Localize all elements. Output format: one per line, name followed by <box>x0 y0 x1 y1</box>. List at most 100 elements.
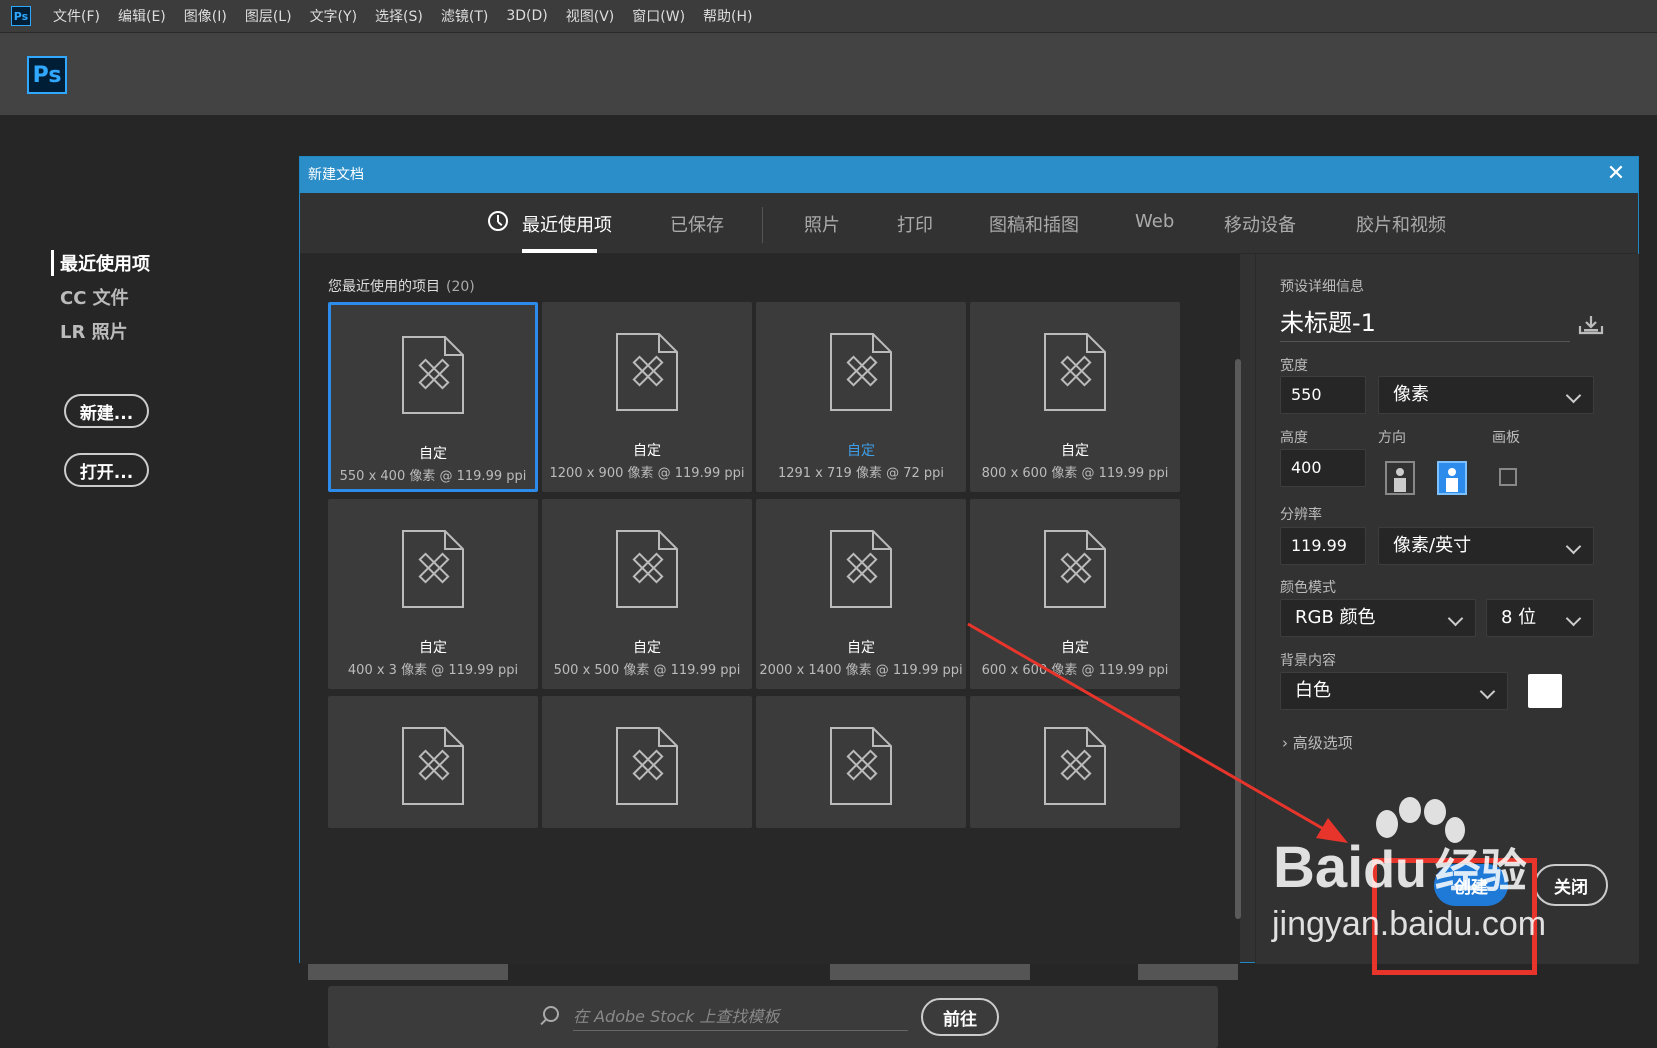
stock-search-input[interactable]: 在 Adobe Stock 上查找模板 <box>573 1004 908 1031</box>
preset-card-name: 自定 <box>419 640 447 656</box>
home-open-button[interactable]: 打开... <box>64 453 149 487</box>
preset-card-meta: 1200 x 900 像素 @ 119.99 ppi <box>549 466 745 481</box>
preset-card-name: 自定 <box>419 446 447 462</box>
preset-card[interactable] <box>970 696 1180 828</box>
document-preset-icon <box>1043 726 1107 806</box>
preset-card[interactable]: 自定 550 x 400 像素 @ 119.99 ppi <box>328 302 538 492</box>
height-input[interactable]: 400 <box>1280 449 1366 487</box>
recent-heading-text: 您最近使用的项目 <box>328 279 440 295</box>
preset-card-name: 自定 <box>1061 443 1089 459</box>
resolution-label: 分辨率 <box>1280 507 1322 523</box>
orientation-label: 方向 <box>1378 430 1406 446</box>
tab-art-illustration[interactable]: 图稿和插图 <box>989 211 1079 237</box>
close-icon[interactable]: ✕ <box>1604 163 1628 187</box>
recent-thumbnail[interactable] <box>308 962 508 980</box>
portrait-orientation-button[interactable] <box>1385 461 1415 495</box>
color-mode-label: 颜色模式 <box>1280 580 1336 596</box>
chevron-down-icon <box>1479 683 1496 700</box>
tab-film-video[interactable]: 胶片和视频 <box>1356 211 1446 237</box>
baidu-watermark-brand-2: du <box>1363 841 1427 899</box>
preset-card[interactable]: 自定 1291 x 719 像素 @ 72 ppi <box>756 302 966 492</box>
chevron-down-icon <box>1565 538 1582 555</box>
menu-edit[interactable]: 编辑(E) <box>118 6 166 26</box>
menu-filter[interactable]: 滤镜(T) <box>441 6 488 26</box>
tab-web[interactable]: Web <box>1135 211 1174 232</box>
preset-card[interactable]: 自定 1200 x 900 像素 @ 119.99 ppi <box>542 302 752 492</box>
preset-card-name: 自定 <box>847 443 875 459</box>
background-label: 背景内容 <box>1280 653 1336 669</box>
width-input[interactable]: 550 <box>1280 376 1366 414</box>
details-heading: 预设详细信息 <box>1280 279 1364 295</box>
menu-type[interactable]: 文字(Y) <box>310 6 357 26</box>
active-tab-indicator <box>522 249 597 253</box>
clock-icon <box>488 211 508 231</box>
document-preset-icon <box>1043 529 1107 609</box>
color-mode-select[interactable]: RGB 颜色 <box>1280 599 1476 637</box>
preset-card[interactable] <box>328 696 538 828</box>
tab-photo[interactable]: 照片 <box>804 211 840 237</box>
tab-print[interactable]: 打印 <box>897 211 933 237</box>
home-new-button[interactable]: 新建... <box>64 394 149 428</box>
baidu-watermark-url: jingyan.baidu.com <box>1272 905 1547 943</box>
menu-window[interactable]: 窗口(W) <box>632 6 685 26</box>
preset-card-name: 自定 <box>633 640 661 656</box>
home-nav: 最近使用项 CC 文件 LR 照片 <box>51 250 150 352</box>
preset-card[interactable]: 自定 500 x 500 像素 @ 119.99 ppi <box>542 499 752 689</box>
document-name-input[interactable]: 未标题-1 <box>1280 305 1570 342</box>
document-preset-icon <box>829 332 893 412</box>
document-preset-icon <box>615 529 679 609</box>
preset-card[interactable] <box>542 696 752 828</box>
landscape-orientation-button[interactable] <box>1437 461 1467 495</box>
preset-card[interactable]: 自定 400 x 3 像素 @ 119.99 ppi <box>328 499 538 689</box>
advanced-options-toggle[interactable]: › 高级选项 <box>1282 732 1353 753</box>
person-icon <box>1396 468 1404 476</box>
recent-thumbnail[interactable] <box>830 962 1030 980</box>
preset-card-meta: 600 x 600 像素 @ 119.99 ppi <box>981 663 1169 678</box>
menu-file[interactable]: 文件(F) <box>53 6 100 26</box>
bit-depth-select[interactable]: 8 位 <box>1486 599 1594 637</box>
search-icon <box>543 1006 559 1022</box>
person-icon-body <box>1446 478 1458 492</box>
resolution-input[interactable]: 119.99 <box>1280 527 1366 565</box>
menu-select[interactable]: 选择(S) <box>375 6 423 26</box>
preset-card[interactable]: 自定 600 x 600 像素 @ 119.99 ppi <box>970 499 1180 689</box>
baidu-watermark-brand: Bai <box>1273 835 1364 900</box>
tab-recent[interactable]: 最近使用项 <box>522 211 612 237</box>
tab-mobile[interactable]: 移动设备 <box>1224 211 1296 237</box>
document-preset-icon <box>1043 332 1107 412</box>
height-label: 高度 <box>1280 430 1308 446</box>
home-nav-cc-files[interactable]: CC 文件 <box>60 284 150 310</box>
tab-saved[interactable]: 已保存 <box>670 211 724 237</box>
artboard-checkbox[interactable] <box>1499 468 1517 486</box>
ps-logo: Ps <box>27 56 67 94</box>
preset-card-name: 自定 <box>1061 640 1089 656</box>
advanced-options-label: 高级选项 <box>1292 734 1353 752</box>
document-preset-icon <box>829 529 893 609</box>
menu-help[interactable]: 帮助(H) <box>703 6 752 26</box>
preset-card[interactable]: 自定 2000 x 1400 像素 @ 119.99 ppi <box>756 499 966 689</box>
preset-card[interactable]: 自定 800 x 600 像素 @ 119.99 ppi <box>970 302 1180 492</box>
preset-card[interactable] <box>756 696 966 828</box>
home-nav-lr-photos[interactable]: LR 照片 <box>60 318 150 344</box>
menu-layer[interactable]: 图层(L) <box>245 6 292 26</box>
menu-image[interactable]: 图像(I) <box>184 6 227 26</box>
chevron-down-icon <box>1565 610 1582 627</box>
ps-app-icon: Ps <box>11 6 31 26</box>
document-preset-icon <box>401 335 465 415</box>
dialog-title: 新建文档 <box>300 157 1638 193</box>
menu-view[interactable]: 视图(V) <box>566 6 615 26</box>
resolution-unit-select[interactable]: 像素/英寸 <box>1378 527 1594 565</box>
preset-tabs: 最近使用项 已保存 照片 打印 图稿和插图 Web 移动设备 胶片和视频 <box>300 193 1638 254</box>
save-preset-icon[interactable] <box>1578 315 1604 335</box>
background-color-swatch[interactable] <box>1528 674 1562 708</box>
recent-thumbnail[interactable] <box>1138 962 1238 980</box>
width-unit-select[interactable]: 像素 <box>1378 376 1594 414</box>
scrollbar[interactable] <box>1235 359 1241 919</box>
go-button[interactable]: 前往 <box>921 998 999 1036</box>
background-select[interactable]: 白色 <box>1280 672 1508 710</box>
home-nav-recent[interactable]: 最近使用项 <box>51 250 150 276</box>
document-preset-icon <box>401 529 465 609</box>
close-button[interactable]: 关闭 <box>1534 864 1608 906</box>
preset-card-meta: 400 x 3 像素 @ 119.99 ppi <box>347 663 519 678</box>
menu-3d[interactable]: 3D(D) <box>506 8 547 24</box>
